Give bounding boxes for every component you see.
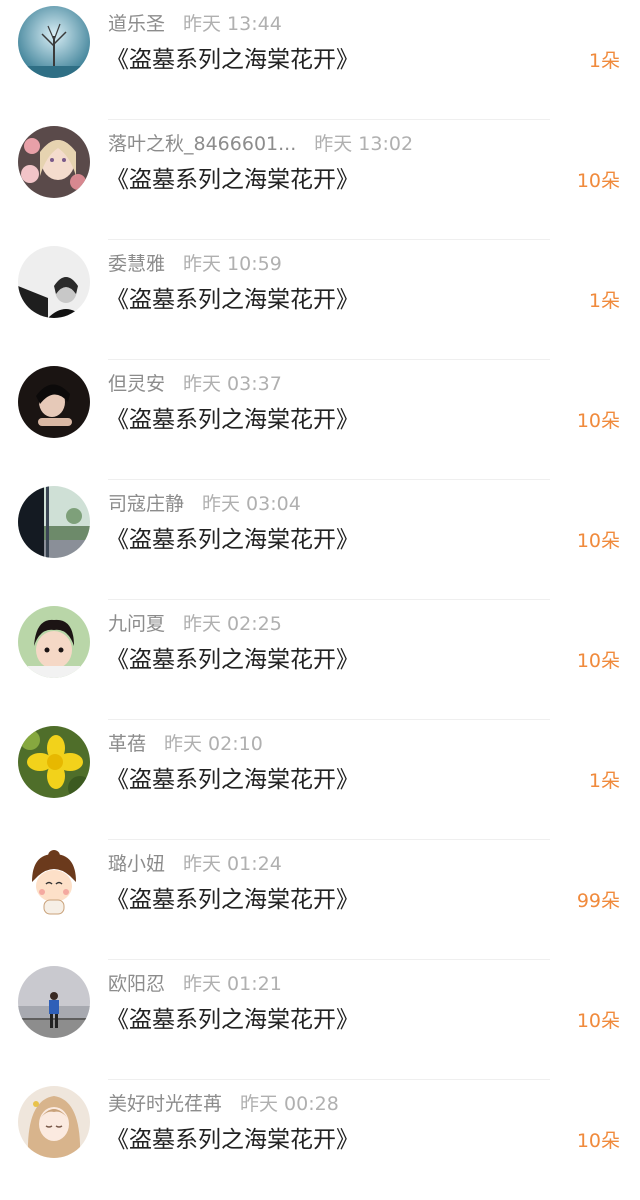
- list-item[interactable]: 司寇庄静 昨天 03:04 《盗墓系列之海棠花开》 10朵: [0, 480, 640, 600]
- flower-count: 10朵: [576, 530, 620, 552]
- flower-count: 10朵: [576, 410, 620, 432]
- flower-count: 10朵: [576, 1010, 620, 1032]
- list-item[interactable]: 璐小妞 昨天 01:24 《盗墓系列之海棠花开》 99朵: [0, 840, 640, 960]
- flower-count: 1朵: [588, 50, 620, 72]
- user-name[interactable]: 革蓓: [108, 733, 146, 755]
- user-name[interactable]: 委慧雅: [108, 253, 165, 275]
- record-meta: 美好时光荏苒 昨天 00:28: [108, 1090, 339, 1118]
- record-meta: 道乐圣 昨天 13:44: [108, 10, 282, 38]
- user-name[interactable]: 美好时光荏苒: [108, 1093, 222, 1115]
- record-meta: 落叶之秋_8466601... 昨天 13:02: [108, 130, 413, 158]
- book-title[interactable]: 《盗墓系列之海棠花开》: [106, 282, 359, 318]
- record-time: 昨天 01:24: [183, 853, 282, 875]
- record-time: 昨天 13:44: [183, 13, 282, 35]
- record-time: 昨天 03:37: [183, 373, 282, 395]
- record-time: 昨天 03:04: [202, 493, 301, 515]
- record-meta: 九问夏 昨天 02:25: [108, 610, 282, 638]
- record-meta: 司寇庄静 昨天 03:04: [108, 490, 301, 518]
- user-name[interactable]: 欧阳忍: [108, 973, 165, 995]
- list-item[interactable]: 革蓓 昨天 02:10 《盗墓系列之海棠花开》 1朵: [0, 720, 640, 840]
- list-item[interactable]: 委慧雅 昨天 10:59 《盗墓系列之海棠花开》 1朵: [0, 240, 640, 360]
- record-time: 昨天 00:28: [240, 1093, 339, 1115]
- flower-count: 10朵: [576, 650, 620, 672]
- list-item[interactable]: 道乐圣 昨天 13:44 《盗墓系列之海棠花开》 1朵: [0, 0, 640, 120]
- book-title[interactable]: 《盗墓系列之海棠花开》: [106, 402, 359, 438]
- gift-record-list: 道乐圣 昨天 13:44 《盗墓系列之海棠花开》 1朵 落叶之秋_8466601.…: [0, 0, 640, 1200]
- bw-portrait-icon[interactable]: [18, 246, 90, 318]
- record-meta: 但灵安 昨天 03:37: [108, 370, 282, 398]
- list-item[interactable]: 九问夏 昨天 02:25 《盗墓系列之海棠花开》 10朵: [0, 600, 640, 720]
- record-meta: 委慧雅 昨天 10:59: [108, 250, 282, 278]
- record-time: 昨天 01:21: [183, 973, 282, 995]
- record-time: 昨天 02:25: [183, 613, 282, 635]
- book-title[interactable]: 《盗墓系列之海棠花开》: [106, 1122, 359, 1158]
- book-title[interactable]: 《盗墓系列之海棠花开》: [106, 882, 359, 918]
- yellow-flower-icon[interactable]: [18, 726, 90, 798]
- record-time: 昨天 02:10: [164, 733, 263, 755]
- book-title[interactable]: 《盗墓系列之海棠花开》: [106, 642, 359, 678]
- record-meta: 璐小妞 昨天 01:24: [108, 850, 282, 878]
- record-time: 昨天 13:02: [314, 133, 414, 155]
- child-portrait-icon[interactable]: [18, 606, 90, 678]
- flower-count: 10朵: [576, 170, 620, 192]
- doll-portrait-icon[interactable]: [18, 126, 90, 198]
- book-title[interactable]: 《盗墓系列之海棠花开》: [106, 162, 359, 198]
- lakeside-person-icon[interactable]: [18, 966, 90, 1038]
- book-title[interactable]: 《盗墓系列之海棠花开》: [106, 42, 359, 78]
- book-title[interactable]: 《盗墓系列之海棠花开》: [106, 762, 359, 798]
- list-item[interactable]: 落叶之秋_8466601... 昨天 13:02 《盗墓系列之海棠花开》 10朵: [0, 120, 640, 240]
- record-time: 昨天 10:59: [183, 253, 282, 275]
- record-meta: 革蓓 昨天 02:10: [108, 730, 263, 758]
- cartoon-girl-icon[interactable]: [18, 846, 90, 918]
- snow-tree-icon[interactable]: [18, 6, 90, 78]
- user-name[interactable]: 但灵安: [108, 373, 165, 395]
- flower-count: 99朵: [576, 890, 620, 912]
- list-item[interactable]: 但灵安 昨天 03:37 《盗墓系列之海棠花开》 10朵: [0, 360, 640, 480]
- flower-count: 10朵: [576, 1130, 620, 1152]
- user-name[interactable]: 落叶之秋_8466601...: [108, 133, 296, 155]
- user-name[interactable]: 司寇庄静: [108, 493, 184, 515]
- book-title[interactable]: 《盗墓系列之海棠花开》: [106, 1002, 359, 1038]
- record-meta: 欧阳忍 昨天 01:21: [108, 970, 282, 998]
- user-name[interactable]: 九问夏: [108, 613, 165, 635]
- list-item[interactable]: 美好时光荏苒 昨天 00:28 《盗墓系列之海棠花开》 10朵: [0, 1080, 640, 1200]
- anime-girl-icon[interactable]: [18, 1086, 90, 1158]
- user-name[interactable]: 道乐圣: [108, 13, 165, 35]
- flower-count: 1朵: [588, 770, 620, 792]
- book-title[interactable]: 《盗墓系列之海棠花开》: [106, 522, 359, 558]
- dark-portrait-icon[interactable]: [18, 366, 90, 438]
- flower-count: 1朵: [588, 290, 620, 312]
- user-name[interactable]: 璐小妞: [108, 853, 165, 875]
- window-scene-icon[interactable]: [18, 486, 90, 558]
- list-item[interactable]: 欧阳忍 昨天 01:21 《盗墓系列之海棠花开》 10朵: [0, 960, 640, 1080]
